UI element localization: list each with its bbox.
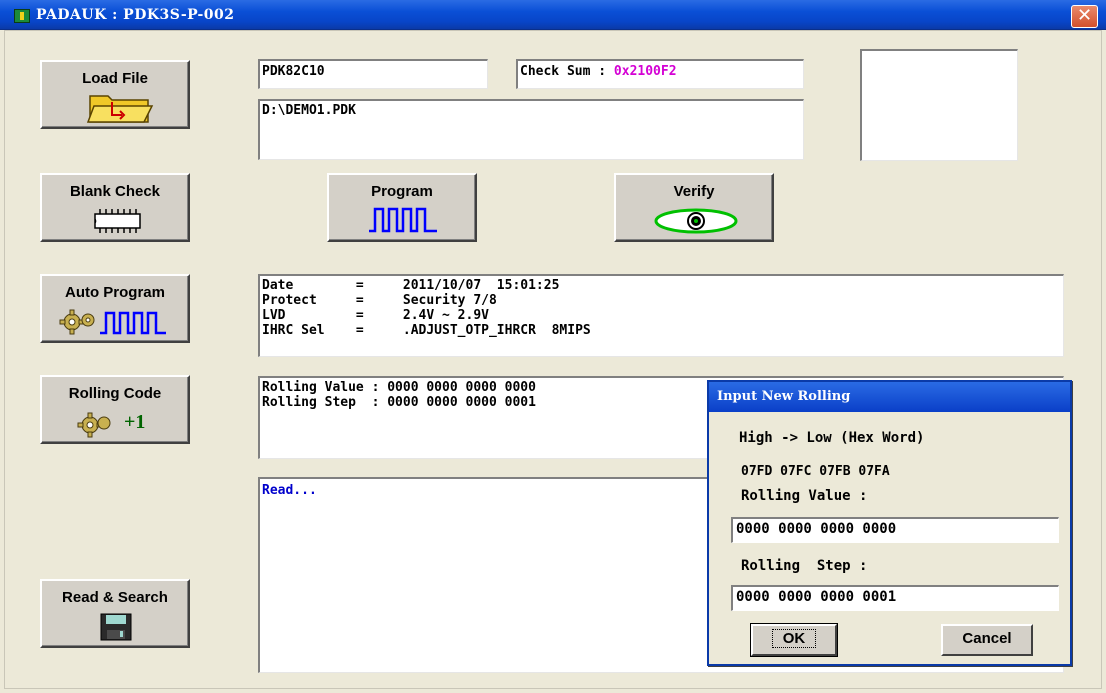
ok-button[interactable]: OK <box>750 623 838 657</box>
blank-check-button[interactable]: Blank Check <box>40 173 190 242</box>
rolling-step-label: Rolling Step : <box>741 558 868 574</box>
file-path-text: D:\DEMO1.PDK <box>262 103 356 118</box>
gear-wave-icon <box>59 309 166 335</box>
close-button[interactable]: ✕ <box>1071 5 1098 28</box>
auto-program-button[interactable]: Auto Program <box>40 274 190 343</box>
info-line: Protect = Security 7/8 <box>262 293 497 308</box>
gear-icon <box>77 412 111 438</box>
load-file-button[interactable]: Load File <box>40 60 190 129</box>
dialog-addresses: 07FD 07FC 07FB 07FA <box>741 464 890 479</box>
main-window: PADAUK : PDK3S-P-002 ✕ Load File PDK82C1… <box>0 0 1106 693</box>
auto-program-label: Auto Program <box>64 284 165 301</box>
rolling-code-label: Rolling Code <box>68 385 162 402</box>
info-line: Date = 2011/10/07 15:01:25 <box>262 278 560 293</box>
program-label: Program <box>371 183 433 200</box>
rolling-value-input[interactable]: 0000 0000 0000 0000 <box>731 517 1059 543</box>
ic-name-text: PDK82C10 <box>262 64 325 79</box>
info-line: LVD = 2.4V ~ 2.9V <box>262 308 489 323</box>
eye-icon <box>654 208 738 234</box>
rolling-code-button[interactable]: Rolling Code +1 <box>40 375 190 444</box>
increment-text: +1 <box>124 411 146 433</box>
floppy-disk-icon <box>100 613 132 641</box>
ok-label: OK <box>771 629 817 648</box>
info-panel: Date = 2011/10/07 15:01:25 Protect = Sec… <box>258 274 1064 357</box>
square-wave-icon <box>369 207 437 233</box>
file-path-field: D:\DEMO1.PDK <box>258 99 804 160</box>
checksum-field: Check Sum : 0x2100F2 <box>516 59 804 89</box>
input-rolling-dialog: Input New Rolling High -> Low (Hex Word)… <box>707 380 1072 666</box>
checksum-label: Check Sum : <box>520 64 614 79</box>
window-title: PADAUK : PDK3S-P-002 <box>36 7 235 23</box>
ic-name-field: PDK82C10 <box>258 59 488 89</box>
rolling-value-label: Rolling Value : <box>741 488 868 504</box>
cancel-button[interactable]: Cancel <box>941 624 1033 656</box>
info-line: IHRC Sel = .ADJUST_OTP_IHRCR 8MIPS <box>262 323 591 338</box>
read-search-label: Read & Search <box>62 589 168 606</box>
chip-icon <box>94 209 141 233</box>
verify-button[interactable]: Verify <box>614 173 774 242</box>
dialog-hint: High -> Low (Hex Word) <box>739 430 925 446</box>
verify-label: Verify <box>673 183 715 200</box>
blank-check-label: Blank Check <box>69 183 161 200</box>
read-search-button[interactable]: Read & Search <box>40 579 190 648</box>
load-file-label: Load File <box>82 70 148 87</box>
preview-panel <box>860 49 1018 161</box>
dialog-title: Input New Rolling <box>709 382 1070 412</box>
title-bar: PADAUK : PDK3S-P-002 ✕ <box>0 0 1106 30</box>
app-icon <box>14 9 30 23</box>
folder-open-icon <box>86 95 154 123</box>
checksum-line: Check Sum : 0x2100F2 <box>518 61 803 83</box>
rolling-step-input[interactable]: 0000 0000 0000 0001 <box>731 585 1059 611</box>
program-button[interactable]: Program <box>327 173 477 242</box>
checksum-value: 0x2100F2 <box>613 64 677 79</box>
